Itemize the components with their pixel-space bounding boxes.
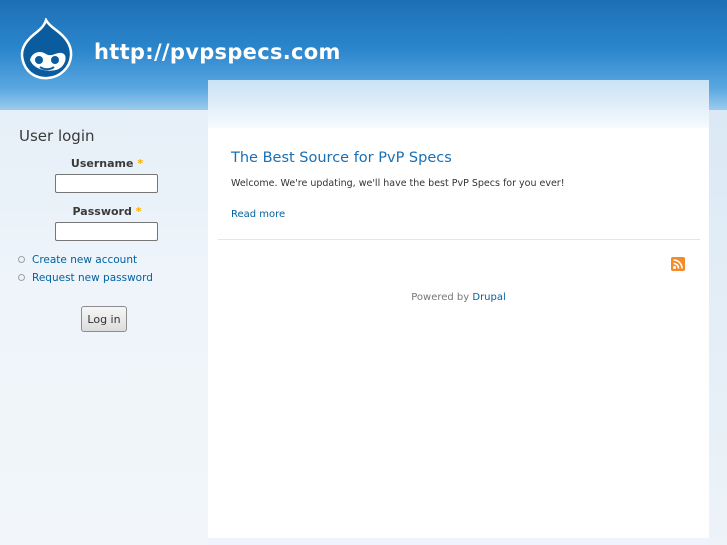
required-marker: * <box>137 157 144 170</box>
required-marker: * <box>135 205 142 218</box>
rss-feed-icon[interactable] <box>671 257 685 271</box>
list-item: Request new password <box>18 271 153 289</box>
node-title-link[interactable]: The Best Source for PvP Specs <box>231 150 452 166</box>
login-links: Create new account Request new password <box>18 253 153 289</box>
main-content: The Best Source for PvP Specs Welcome. W… <box>208 80 709 538</box>
read-more-link[interactable]: Read more <box>231 209 285 220</box>
login-button[interactable]: Log in <box>81 306 127 332</box>
create-account-link[interactable]: Create new account <box>32 254 137 266</box>
password-input[interactable] <box>55 222 158 241</box>
footer: Powered by Drupal <box>208 292 709 303</box>
drupal-logo-icon[interactable] <box>18 18 74 80</box>
right-background <box>709 110 727 545</box>
site-title[interactable]: http://pvpspecs.com <box>94 40 341 64</box>
request-password-link[interactable]: Request new password <box>32 272 153 284</box>
list-item: Create new account <box>18 253 153 271</box>
powered-by-text: Powered by <box>411 292 470 303</box>
username-label: Username * <box>32 157 182 170</box>
divider <box>218 239 700 240</box>
username-label-text: Username <box>70 157 134 170</box>
username-input[interactable] <box>55 174 158 193</box>
drupal-link[interactable]: Drupal <box>472 292 505 303</box>
content-top-gradient <box>208 80 709 128</box>
password-label: Password * <box>32 205 182 218</box>
node-body: Welcome. We're updating, we'll have the … <box>231 178 565 189</box>
user-login-title: User login <box>19 127 95 145</box>
password-label-text: Password <box>72 205 132 218</box>
